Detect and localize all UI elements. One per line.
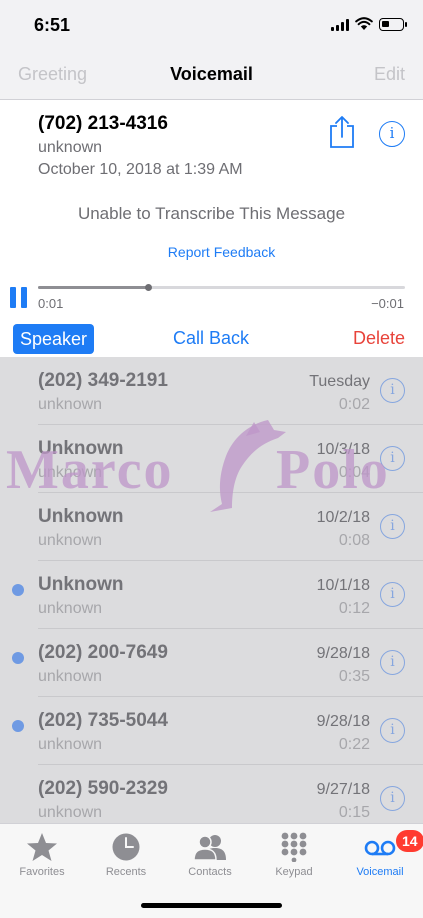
contacts-icon [194, 835, 226, 861]
report-feedback-link[interactable]: Report Feedback [0, 244, 423, 260]
tab-contacts[interactable]: Contacts [168, 824, 252, 884]
tab-label: Keypad [275, 866, 313, 878]
voicemail-row[interactable]: (202) 349-2191 unknown Tuesday 0:02 i [0, 357, 423, 425]
row-label: unknown [38, 668, 103, 685]
tab-label: Favorites [19, 866, 65, 878]
page-title: Voicemail [170, 64, 253, 84]
row-name: (202) 200-7649 [38, 642, 168, 663]
star-icon [27, 833, 57, 861]
clock-icon [112, 833, 140, 861]
voicemail-icon [364, 840, 396, 856]
row-date: Tuesday [309, 373, 370, 390]
unread-indicator [12, 584, 24, 596]
scrubber-handle[interactable] [145, 284, 153, 291]
tab-favorites[interactable]: Favorites [0, 824, 84, 884]
battery-icon [379, 18, 407, 31]
info-icon[interactable]: i [380, 514, 405, 539]
voicemail-badge: 14 [396, 830, 423, 852]
row-date: 10/1/18 [316, 577, 370, 594]
unread-indicator [12, 720, 24, 732]
status-time: 6:51 [34, 15, 71, 35]
voicemail-row[interactable]: Unknown unknown 10/3/18 0:04 i [0, 425, 423, 493]
tab-label: Recents [105, 866, 147, 878]
voicemail-label: unknown [38, 139, 103, 156]
row-duration: 0:15 [338, 804, 370, 821]
playback-progress [38, 286, 149, 289]
playback-scrubber[interactable] [38, 284, 405, 291]
info-icon[interactable]: i [380, 446, 405, 471]
unread-indicator [12, 652, 24, 664]
row-name: Unknown [38, 574, 124, 595]
tab-label: Contacts [188, 866, 232, 878]
row-duration: 0:02 [338, 396, 370, 413]
row-date: 10/2/18 [316, 509, 370, 526]
info-icon[interactable]: i [380, 582, 405, 607]
tab-keypad[interactable]: Keypad [252, 824, 336, 884]
row-duration: 0:12 [338, 600, 370, 617]
tab-label: Voicemail [356, 866, 404, 878]
row-date: 9/28/18 [316, 713, 370, 730]
info-icon[interactable]: i [380, 786, 405, 811]
row-name: (202) 735-5044 [38, 710, 168, 731]
row-name: (202) 349-2191 [38, 370, 168, 391]
row-name: (202) 590-2329 [38, 778, 168, 799]
voicemail-row[interactable]: (202) 200-7649 unknown 9/28/18 0:35 i [0, 629, 423, 697]
voicemail-detail: (702) 213-4316 unknown October 10, 2018 … [0, 101, 423, 357]
call-back-button[interactable]: Call Back [152, 328, 270, 349]
info-icon[interactable]: i [380, 378, 405, 403]
voicemail-row[interactable]: (202) 590-2329 unknown 9/27/18 0:15 i [0, 765, 423, 823]
info-icon[interactable]: i [380, 650, 405, 675]
row-label: unknown [38, 464, 103, 481]
row-duration: 0:22 [338, 736, 370, 753]
speaker-button[interactable]: Speaker [13, 324, 94, 354]
row-label: unknown [38, 804, 103, 821]
status-bar: 6:51 [0, 0, 423, 48]
voicemail-row[interactable]: (202) 735-5044 unknown 9/28/18 0:22 i [0, 697, 423, 765]
keypad-icon [281, 832, 307, 862]
row-date: 9/27/18 [316, 781, 370, 798]
row-label: unknown [38, 600, 103, 617]
info-icon[interactable]: i [380, 718, 405, 743]
tab-recents[interactable]: Recents [84, 824, 168, 884]
row-duration: 0:08 [338, 532, 370, 549]
row-name: Unknown [38, 506, 124, 527]
row-name: Unknown [38, 438, 124, 459]
wifi-icon [355, 17, 373, 30]
row-label: unknown [38, 396, 103, 413]
row-label: unknown [38, 736, 103, 753]
voicemail-row[interactable]: Unknown unknown 10/1/18 0:12 i [0, 561, 423, 629]
home-indicator[interactable] [141, 903, 282, 908]
row-date: 10/3/18 [316, 441, 370, 458]
voicemail-number: (702) 213-4316 [38, 113, 168, 134]
row-label: unknown [38, 532, 103, 549]
voicemail-date: October 10, 2018 at 1:39 AM [38, 161, 243, 178]
info-icon[interactable]: i [379, 121, 405, 147]
nav-bar: Greeting Voicemail Edit [0, 48, 423, 100]
share-icon[interactable] [328, 115, 356, 149]
pause-icon[interactable] [10, 287, 28, 308]
row-duration: 0:35 [338, 668, 370, 685]
edit-button[interactable]: Edit [374, 64, 405, 85]
elapsed-time: 0:01 [38, 296, 64, 311]
delete-button[interactable]: Delete [353, 328, 405, 349]
row-duration: 0:04 [338, 464, 370, 481]
transcription-text: Unable to Transcribe This Message [77, 204, 346, 223]
remaining-time: −0:01 [371, 296, 404, 311]
row-date: 9/28/18 [316, 645, 370, 662]
voicemail-list: (202) 349-2191 unknown Tuesday 0:02 i Unknown… [0, 357, 423, 823]
cellular-signal-icon [331, 19, 349, 31]
voicemail-row[interactable]: Unknown unknown 10/2/18 0:08 i [0, 493, 423, 561]
